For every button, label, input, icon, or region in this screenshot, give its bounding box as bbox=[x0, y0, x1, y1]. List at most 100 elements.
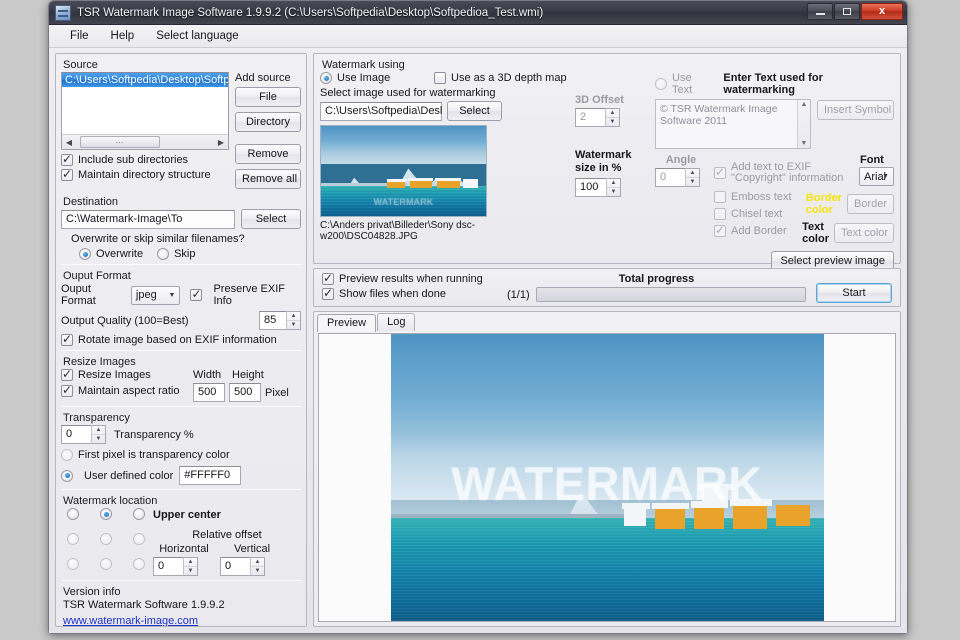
watermark-size-stepper[interactable]: 100 ▲▼ bbox=[575, 178, 621, 197]
user-defined-color-field[interactable]: #FFFFF0 bbox=[179, 466, 241, 485]
overwrite-question-label: Overwrite or skip similar filenames? bbox=[71, 233, 301, 245]
source-list-hscrollbar[interactable]: ◀ ⋯ ▶ bbox=[62, 134, 228, 149]
position-radio-top-left[interactable] bbox=[67, 508, 79, 520]
position-radio-bottom-left[interactable] bbox=[67, 558, 79, 570]
scroll-thumb[interactable]: ⋯ bbox=[80, 136, 160, 148]
first-pixel-radio[interactable] bbox=[61, 449, 73, 461]
offset-3d-arrows[interactable]: ▲▼ bbox=[605, 108, 620, 127]
rotate-exif-checkbox[interactable] bbox=[61, 334, 73, 346]
use-image-radio-row[interactable]: Use Image bbox=[320, 72, 434, 84]
transparency-value[interactable]: 0 bbox=[61, 425, 91, 444]
vertical-offset-arrows[interactable]: ▲▼ bbox=[250, 557, 265, 576]
add-border-checkbox[interactable] bbox=[714, 225, 726, 237]
resize-images-row[interactable]: Resize Images bbox=[61, 369, 193, 381]
user-defined-color-row[interactable]: User defined color #FFFFF0 bbox=[61, 466, 301, 485]
include-sub-directories-checkbox[interactable] bbox=[61, 154, 73, 166]
border-color-button[interactable]: Border bbox=[847, 194, 894, 214]
source-list[interactable]: C:\Users\Softpedia\Desktop\Softped ◀ ⋯ ▶ bbox=[61, 72, 229, 150]
tab-log[interactable]: Log bbox=[377, 313, 415, 331]
destination-select-button[interactable]: Select bbox=[241, 209, 301, 229]
skip-radio[interactable] bbox=[157, 248, 169, 260]
remove-all-button[interactable]: Remove all bbox=[235, 169, 301, 189]
add-text-to-exif-checkbox[interactable] bbox=[714, 167, 726, 179]
position-radio-bottom-right[interactable] bbox=[133, 558, 145, 570]
output-format-select[interactable]: jpeg ▼ bbox=[131, 286, 181, 305]
skip-radio-row[interactable]: Skip bbox=[157, 248, 195, 260]
resize-images-checkbox[interactable] bbox=[61, 369, 73, 381]
output-quality-arrows[interactable]: ▲▼ bbox=[286, 311, 301, 330]
position-radio-top-right[interactable] bbox=[133, 508, 145, 520]
add-border-row[interactable]: Add Border bbox=[714, 225, 852, 237]
overwrite-radio-row[interactable]: Overwrite bbox=[79, 248, 143, 260]
start-button[interactable]: Start bbox=[816, 283, 892, 303]
depth-map-checkbox[interactable] bbox=[434, 72, 446, 84]
angle-arrows[interactable]: ▲▼ bbox=[685, 168, 700, 187]
position-radio-bottom-center[interactable] bbox=[100, 558, 112, 570]
show-files-row[interactable]: Show files when done bbox=[322, 288, 497, 300]
menu-file[interactable]: File bbox=[59, 27, 100, 45]
first-pixel-radio-row[interactable]: First pixel is transparency color bbox=[61, 449, 301, 461]
depth-map-row[interactable]: Use as a 3D depth map bbox=[434, 72, 567, 84]
watermark-image-path-field[interactable]: C:\Users\Softpedia\Desl bbox=[320, 102, 442, 121]
height-field[interactable]: 500 bbox=[229, 383, 261, 402]
scroll-right-icon[interactable]: ▶ bbox=[214, 138, 228, 147]
offset-3d-stepper[interactable]: 2 ▲▼ bbox=[575, 108, 620, 127]
text-color-button[interactable]: Text color bbox=[834, 223, 894, 243]
transparency-arrows[interactable]: ▲▼ bbox=[91, 425, 106, 444]
minimize-button[interactable] bbox=[807, 3, 833, 20]
maintain-directory-structure-row[interactable]: Maintain directory structure bbox=[61, 169, 229, 181]
preserve-exif-checkbox[interactable] bbox=[190, 289, 202, 301]
maintain-aspect-ratio-checkbox[interactable] bbox=[61, 385, 73, 397]
font-select[interactable]: Arial ▼ bbox=[859, 167, 894, 186]
position-radio-top-center[interactable] bbox=[100, 508, 112, 520]
tab-preview[interactable]: Preview bbox=[317, 314, 376, 332]
angle-value[interactable]: 0 bbox=[655, 168, 685, 187]
transparency-stepper[interactable]: 0 ▲▼ bbox=[61, 425, 106, 444]
scroll-left-icon[interactable]: ◀ bbox=[62, 138, 76, 147]
position-radio-middle-left[interactable] bbox=[67, 533, 79, 545]
add-text-to-exif-row[interactable]: Add text to EXIF "Copyright" information bbox=[714, 162, 852, 184]
watermark-size-value[interactable]: 100 bbox=[575, 178, 606, 197]
watermark-size-arrows[interactable]: ▲▼ bbox=[606, 178, 621, 197]
use-text-radio[interactable] bbox=[655, 78, 667, 90]
close-button[interactable]: x bbox=[861, 3, 903, 20]
add-file-button[interactable]: File bbox=[235, 87, 301, 107]
rotate-exif-row[interactable]: Rotate image based on EXIF information bbox=[61, 334, 301, 346]
insert-symbol-button[interactable]: Insert Symbol bbox=[817, 100, 894, 120]
use-text-radio-row[interactable]: Use Text bbox=[655, 72, 713, 96]
vertical-offset-stepper[interactable]: 0 ▲▼ bbox=[220, 557, 265, 576]
angle-stepper[interactable]: 0 ▲▼ bbox=[655, 168, 700, 187]
destination-path-field[interactable]: C:\Watermark-Image\To bbox=[61, 210, 235, 229]
horizontal-offset-stepper[interactable]: 0 ▲▼ bbox=[153, 557, 198, 576]
user-defined-color-radio[interactable] bbox=[61, 470, 73, 482]
menu-help[interactable]: Help bbox=[100, 27, 146, 45]
website-link[interactable]: www.watermark-image.com bbox=[63, 615, 198, 627]
vertical-offset-value[interactable]: 0 bbox=[220, 557, 250, 576]
offset-3d-value[interactable]: 2 bbox=[575, 108, 605, 127]
position-radio-middle-right[interactable] bbox=[133, 533, 145, 545]
include-sub-directories-row[interactable]: Include sub directories bbox=[61, 154, 229, 166]
maximize-button[interactable] bbox=[834, 3, 860, 20]
maintain-directory-structure-checkbox[interactable] bbox=[61, 169, 73, 181]
preview-results-row[interactable]: Preview results when running bbox=[322, 273, 497, 285]
remove-button[interactable]: Remove bbox=[235, 144, 301, 164]
position-radio-middle-center[interactable] bbox=[100, 533, 112, 545]
preview-results-checkbox[interactable] bbox=[322, 273, 334, 285]
watermark-text-area[interactable]: © TSR Watermark Image Software 2011 ▲▼ bbox=[655, 99, 811, 149]
emboss-text-checkbox[interactable] bbox=[714, 191, 726, 203]
text-area-scrollbar[interactable]: ▲▼ bbox=[797, 100, 810, 148]
output-quality-stepper[interactable]: 85 ▲▼ bbox=[259, 311, 301, 330]
chisel-text-checkbox[interactable] bbox=[714, 208, 726, 220]
add-directory-button[interactable]: Directory bbox=[235, 112, 301, 132]
maintain-aspect-ratio-row[interactable]: Maintain aspect ratio bbox=[61, 385, 193, 397]
overwrite-radio[interactable] bbox=[79, 248, 91, 260]
horizontal-offset-value[interactable]: 0 bbox=[153, 557, 183, 576]
show-files-checkbox[interactable] bbox=[322, 288, 334, 300]
watermark-image-select-button[interactable]: Select bbox=[447, 101, 502, 121]
width-field[interactable]: 500 bbox=[193, 383, 225, 402]
use-image-radio[interactable] bbox=[320, 72, 332, 84]
menu-select-language[interactable]: Select language bbox=[145, 27, 249, 45]
output-quality-value[interactable]: 85 bbox=[259, 311, 286, 330]
source-list-item[interactable]: C:\Users\Softpedia\Desktop\Softped bbox=[62, 73, 228, 87]
horizontal-offset-arrows[interactable]: ▲▼ bbox=[183, 557, 198, 576]
